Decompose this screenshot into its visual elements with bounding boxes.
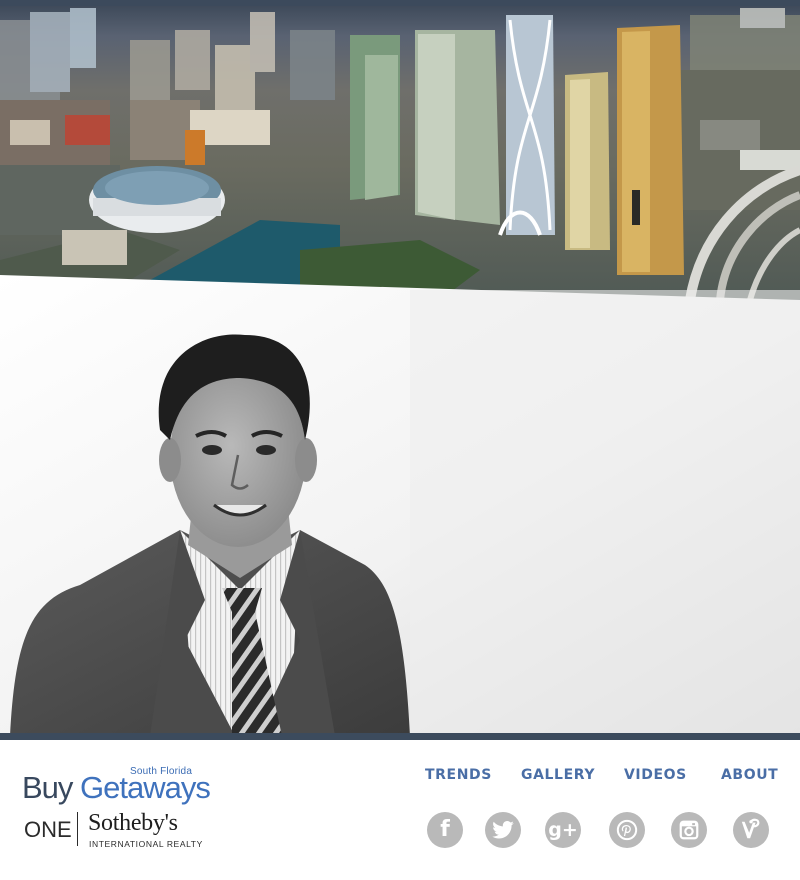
pinterest-glyph <box>616 819 638 841</box>
partner-tagline: INTERNATIONAL REALTY <box>89 839 203 849</box>
facebook-icon[interactable]: f <box>427 812 463 848</box>
instagram-glyph <box>679 820 699 840</box>
nav-trends[interactable]: TRENDS <box>425 767 492 783</box>
buygetaways-logo[interactable]: South Florida Buy Getaways <box>22 766 211 806</box>
partner-divider <box>77 812 78 846</box>
sothebys-logo[interactable]: ONE Sotheby's INTERNATIONAL REALTY <box>22 810 222 850</box>
vine-glyph <box>741 818 760 839</box>
instagram-icon[interactable] <box>671 812 707 848</box>
nav-videos[interactable]: VIDEOS <box>624 767 687 783</box>
footer-divider <box>0 733 800 740</box>
pinterest-icon[interactable] <box>609 812 645 848</box>
vine-icon[interactable] <box>733 812 769 848</box>
twitter-bird-glyph <box>492 821 514 839</box>
partner-one-text: ONE <box>24 817 72 842</box>
brand-getaways-text: Getaways <box>80 770 211 805</box>
facebook-glyph: f <box>440 817 450 842</box>
twitter-icon[interactable] <box>485 812 521 848</box>
nav-about[interactable]: ABOUT <box>721 767 778 783</box>
nav-gallery[interactable]: GALLERY <box>521 767 595 783</box>
partner-name-text: Sotheby's <box>88 810 178 836</box>
google-plus-glyph: g+ <box>548 818 578 841</box>
google-plus-icon[interactable]: g+ <box>545 812 581 848</box>
brand-buy-text: Buy <box>22 770 73 805</box>
city-skyline-illustration <box>0 8 800 300</box>
hero-city-image <box>0 0 800 300</box>
footer: South Florida Buy Getaways ONE Sotheby's… <box>0 740 800 880</box>
